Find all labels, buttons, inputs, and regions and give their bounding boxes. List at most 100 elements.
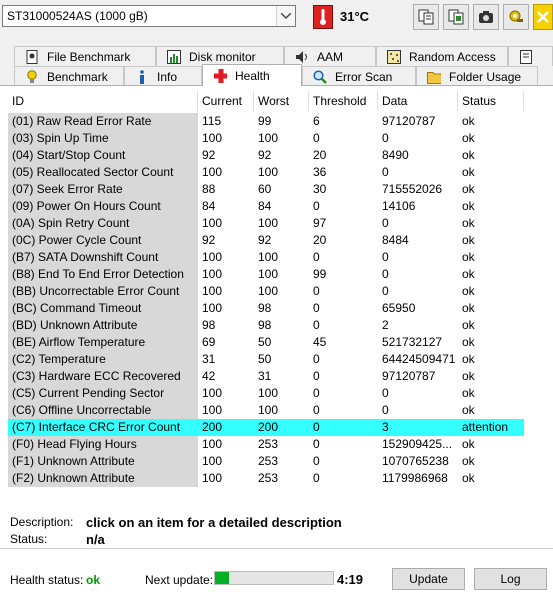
cell-id: (C3) Hardware ECC Recovered bbox=[8, 368, 198, 385]
cell-data: 3 bbox=[378, 419, 458, 436]
next-update-label: Next update: bbox=[145, 573, 214, 587]
chevron-down-icon[interactable] bbox=[276, 6, 295, 26]
cell-data: 521732127 bbox=[382, 335, 443, 349]
table-row[interactable]: (C5) Current Pending Sector 100 100 0 0 ok bbox=[8, 385, 553, 402]
tab-disk-monitor[interactable]: Disk monitor bbox=[156, 46, 284, 66]
table-row[interactable]: (C6) Offline Uncorrectable 100 100 0 0 ok bbox=[8, 402, 553, 419]
tab-info[interactable]: Info bbox=[124, 66, 202, 86]
cell-data: 715552026 bbox=[382, 182, 443, 196]
tab-label: Error Scan bbox=[335, 69, 393, 84]
column-header-id[interactable]: ID bbox=[8, 91, 198, 111]
update-button[interactable]: Update bbox=[392, 568, 465, 590]
cell-worst: 100 bbox=[258, 267, 279, 281]
copy-all-button[interactable] bbox=[443, 4, 469, 30]
cell-status: ok bbox=[462, 352, 475, 366]
tab-benchmark[interactable]: Benchmark bbox=[14, 66, 124, 86]
tab-folder-usage[interactable]: Folder Usage bbox=[416, 66, 538, 86]
cell-data: 0 bbox=[382, 284, 389, 298]
log-button[interactable]: Log bbox=[474, 568, 547, 590]
cell-data: 64424509471 bbox=[382, 352, 456, 366]
table-row[interactable]: (05) Reallocated Sector Count 100 100 36 0 ok bbox=[8, 164, 553, 181]
cell-status: ok bbox=[462, 403, 475, 417]
cell-id: (B8) End To End Error Detection bbox=[8, 266, 198, 283]
tab-aam[interactable]: AAM bbox=[284, 46, 376, 66]
table-row[interactable]: (C2) Temperature 31 50 0 64424509471 ok bbox=[8, 351, 553, 368]
tab-health[interactable]: Health bbox=[202, 64, 302, 86]
table-row[interactable]: (B7) SATA Downshift Count 100 100 0 0 ok bbox=[8, 249, 553, 266]
table-row[interactable]: (BE) Airflow Temperature 69 50 45 521732127 o… bbox=[8, 334, 553, 351]
tab-label: Health bbox=[235, 68, 270, 83]
smart-table[interactable]: ID Current Worst Threshold Data Status (… bbox=[8, 91, 553, 511]
cell-data: 65950 bbox=[382, 301, 416, 315]
cell-data: 97120787 bbox=[382, 114, 436, 128]
cell-data: 8490 bbox=[382, 148, 409, 162]
cell-data: 1179986968 bbox=[382, 471, 448, 485]
cell-status: ok bbox=[462, 114, 475, 128]
screenshot-button[interactable] bbox=[473, 4, 499, 30]
table-row[interactable]: (04) Start/Stop Count 92 92 20 8490 ok bbox=[8, 147, 553, 164]
cell-current: 92 bbox=[202, 233, 216, 247]
cell-status: ok bbox=[462, 335, 475, 349]
table-row[interactable]: (0A) Spin Retry Count 100 100 97 0 ok bbox=[8, 215, 553, 232]
tab-random-access[interactable]: Random Access bbox=[376, 46, 508, 66]
cell-current: 100 bbox=[202, 454, 223, 468]
cell-current: 88 bbox=[202, 182, 216, 196]
exit-button[interactable] bbox=[533, 4, 553, 30]
options-button[interactable] bbox=[503, 4, 529, 30]
table-row[interactable]: (07) Seek Error Rate 88 60 30 715552026 ok bbox=[8, 181, 553, 198]
column-header-threshold[interactable]: Threshold bbox=[309, 91, 378, 111]
table-row[interactable]: (F2) Unknown Attribute 100 253 0 1179986968 o… bbox=[8, 470, 553, 487]
cell-data: 0 bbox=[382, 131, 389, 145]
table-row[interactable]: (C7) Interface CRC Error Count 200 200 0 3 at… bbox=[8, 419, 553, 436]
tab-label: Info bbox=[157, 69, 178, 84]
cell-current: 100 bbox=[202, 471, 223, 485]
cell-id: (F2) Unknown Attribute bbox=[8, 470, 198, 487]
column-header-data[interactable]: Data bbox=[378, 91, 458, 111]
description-label: Description: bbox=[10, 515, 74, 529]
table-row[interactable]: (0C) Power Cycle Count 92 92 20 8484 ok bbox=[8, 232, 553, 249]
table-row[interactable]: (03) Spin Up Time 100 100 0 0 ok bbox=[8, 130, 553, 147]
cell-threshold: 36 bbox=[313, 165, 327, 179]
table-row[interactable]: (09) Power On Hours Count 84 84 0 14106 ok bbox=[8, 198, 553, 215]
cell-id: (04) Start/Stop Count bbox=[8, 147, 198, 164]
cell-status: ok bbox=[462, 182, 475, 196]
cell-threshold: 0 bbox=[313, 284, 320, 298]
copy-button[interactable] bbox=[413, 4, 439, 30]
cell-id: (07) Seek Error Rate bbox=[8, 181, 198, 198]
drive-select-value: ST31000524AS (1000 gB) bbox=[7, 9, 148, 23]
column-header-current[interactable]: Current bbox=[198, 91, 254, 111]
table-row[interactable]: (F0) Head Flying Hours 100 253 0 152909425..… bbox=[8, 436, 553, 453]
tab-label: Random Access bbox=[409, 49, 496, 64]
cell-threshold: 97 bbox=[313, 216, 327, 230]
table-row[interactable]: (01) Raw Read Error Rate 115 99 6 97120787 ok bbox=[8, 113, 553, 130]
table-row[interactable]: (F1) Unknown Attribute 100 253 0 1070765238 o… bbox=[8, 453, 553, 470]
cell-data: 1070765238 bbox=[382, 454, 449, 468]
tab-extra[interactable] bbox=[508, 46, 553, 66]
description-area: Description: click on an item for a deta… bbox=[10, 515, 550, 555]
cell-status: ok bbox=[462, 267, 475, 281]
cell-worst: 200 bbox=[254, 419, 309, 436]
cell-current: 100 bbox=[202, 437, 223, 451]
cell-worst: 98 bbox=[258, 318, 272, 332]
cell-threshold: 0 bbox=[313, 386, 320, 400]
table-row[interactable]: (BD) Unknown Attribute 98 98 0 2 ok bbox=[8, 317, 553, 334]
cell-data: 0 bbox=[382, 250, 389, 264]
table-row[interactable]: (B8) End To End Error Detection 100 100 99 0… bbox=[8, 266, 553, 283]
tab-error-scan[interactable]: Error Scan bbox=[302, 66, 416, 86]
cell-data: 0 bbox=[382, 216, 389, 230]
drive-select[interactable]: ST31000524AS (1000 gB) bbox=[2, 5, 296, 27]
table-row[interactable]: (C3) Hardware ECC Recovered 42 31 0 97120787… bbox=[8, 368, 553, 385]
cell-id: (0A) Spin Retry Count bbox=[8, 215, 198, 232]
cell-status: ok bbox=[462, 318, 475, 332]
table-row[interactable]: (BB) Uncorrectable Error Count 100 100 0 0 ok bbox=[8, 283, 553, 300]
table-row[interactable]: (BC) Command Timeout 100 98 0 65950 ok bbox=[8, 300, 553, 317]
cell-worst: 99 bbox=[258, 114, 272, 128]
cell-current: 100 bbox=[202, 386, 223, 400]
column-header-status[interactable]: Status bbox=[458, 91, 524, 111]
tab-file-benchmark[interactable]: File Benchmark bbox=[14, 46, 156, 66]
column-header-worst[interactable]: Worst bbox=[254, 91, 309, 111]
tab-label: Benchmark bbox=[47, 69, 108, 84]
tabs-row-top: File Benchmark Disk monitor AAM Random A… bbox=[0, 46, 553, 66]
speaker-icon bbox=[295, 50, 309, 64]
cell-id: (C6) Offline Uncorrectable bbox=[8, 402, 198, 419]
